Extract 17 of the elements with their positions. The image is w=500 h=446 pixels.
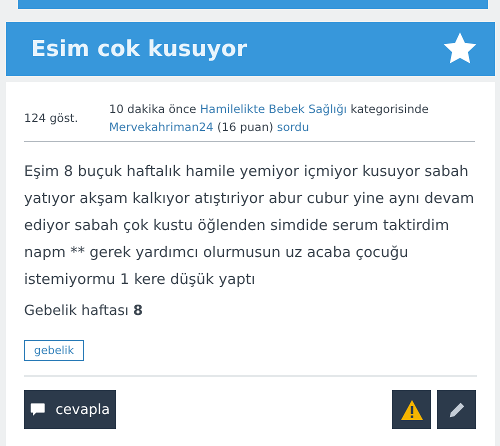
report-button[interactable]: [392, 390, 431, 429]
pregnancy-week: Gebelik haftası 8: [24, 303, 144, 319]
time-text: 10 dakika önce: [109, 102, 196, 116]
pencil-icon: [448, 400, 466, 418]
points-text: (16 puan): [217, 120, 274, 134]
question-title: Esim cok kusuyor: [31, 36, 248, 62]
asked-link[interactable]: sordu: [277, 120, 310, 134]
speech-bubble-icon: [30, 401, 46, 418]
user-link[interactable]: Mervekahriman24: [109, 120, 214, 134]
question-text: Eşim 8 buçuk haftalık hamile yemiyor içmiyor kusuyor sabah yatıyor akşam kalkıyor atıştıriyor abur cubur yine aynı devam ediyor sabah çok kustu öğlenden simdide serum taktirdim napm ** gerek yardımcı olurmusun uz acaba çocuğu istemiyormu 1 kere düşük yaptı: [24, 162, 476, 290]
answer-button[interactable]: cevapla: [24, 390, 116, 429]
edit-button[interactable]: [437, 390, 476, 429]
category-link[interactable]: Hamilelikte Bebek Sağlığı: [200, 102, 347, 116]
tag-link[interactable]: gebelik: [24, 340, 84, 361]
view-count: 124 göst.: [24, 110, 80, 127]
warning-icon: [400, 398, 424, 420]
category-text: kategorisinde: [350, 102, 429, 116]
